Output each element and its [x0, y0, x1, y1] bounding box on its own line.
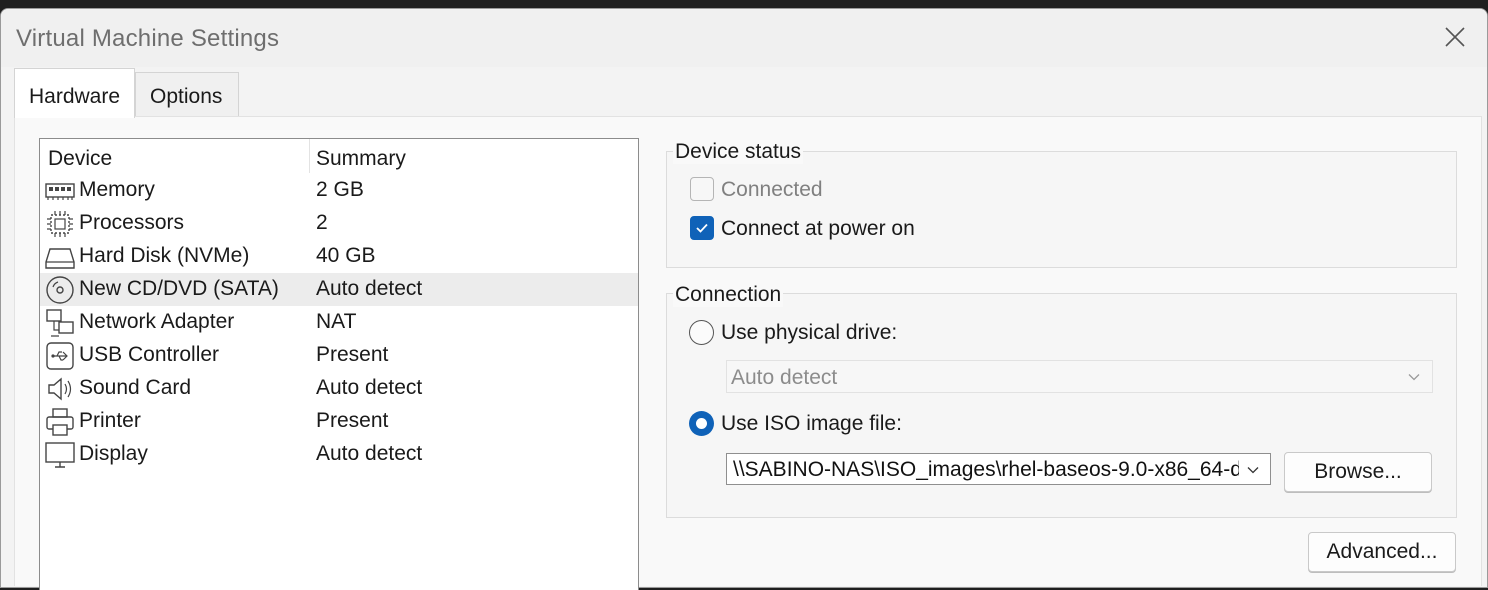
processor-icon: [47, 211, 73, 237]
device-row-cd-dvd[interactable]: New CD/DVD (SATA) Auto detect: [40, 273, 638, 306]
device-name: Display: [79, 442, 148, 465]
close-button[interactable]: [1429, 15, 1481, 59]
device-summary: NAT: [316, 310, 357, 333]
device-name: New CD/DVD (SATA): [79, 277, 279, 300]
advanced-button[interactable]: Advanced...: [1308, 532, 1456, 572]
device-row-printer[interactable]: Printer Present: [40, 405, 638, 438]
usb-icon: [46, 342, 74, 370]
title-bar: Virtual Machine Settings: [1, 9, 1487, 67]
display-icon: [45, 442, 75, 468]
device-row-memory[interactable]: Memory 2 GB: [40, 174, 638, 207]
use-iso-image-radio[interactable]: [689, 411, 714, 436]
tab-hardware[interactable]: Hardware: [14, 68, 135, 118]
chevron-down-icon[interactable]: [1245, 462, 1261, 478]
hard-disk-icon: [45, 248, 75, 269]
device-summary: Auto detect: [316, 376, 423, 399]
device-name: Processors: [79, 211, 185, 234]
network-adapter-icon: [46, 309, 74, 337]
sound-card-icon: [48, 377, 72, 401]
physical-drive-value: Auto detect: [731, 366, 838, 389]
connected-checkbox[interactable]: [690, 177, 714, 201]
device-summary: 2: [316, 211, 328, 234]
device-row-display[interactable]: Display Auto detect: [40, 438, 638, 471]
iso-path-combobox[interactable]: \\SABINO-NAS\ISO_images\rhel-baseos-9.0-…: [726, 453, 1271, 485]
column-header-summary[interactable]: Summary: [316, 147, 406, 171]
device-summary: Present: [316, 343, 389, 366]
use-iso-image-label: Use ISO image file:: [721, 412, 902, 435]
list-header: Device Summary: [40, 139, 638, 175]
memory-icon: [45, 183, 75, 200]
device-status-label: Device status: [673, 140, 804, 164]
connected-label: Connected: [721, 178, 823, 201]
column-divider[interactable]: [309, 139, 310, 173]
device-name: Printer: [79, 409, 141, 432]
device-name: Memory: [79, 178, 155, 201]
column-header-device[interactable]: Device: [48, 147, 112, 171]
device-row-hard-disk[interactable]: Hard Disk (NVMe) 40 GB: [40, 240, 638, 273]
close-icon: [1445, 27, 1465, 47]
device-name: USB Controller: [79, 343, 220, 366]
device-name: Network Adapter: [79, 310, 235, 333]
device-name: Hard Disk (NVMe): [79, 244, 250, 267]
checkmark-icon: [696, 223, 708, 233]
device-summary: Auto detect: [316, 277, 423, 300]
window-title: Virtual Machine Settings: [16, 25, 280, 52]
tab-options[interactable]: Options: [135, 72, 239, 116]
device-status-group: [666, 151, 1457, 268]
device-summary: 2 GB: [316, 178, 364, 201]
device-summary: Auto detect: [316, 442, 423, 465]
device-name: Sound Card: [79, 376, 192, 399]
browse-button[interactable]: Browse...: [1284, 452, 1432, 492]
device-row-sound-card[interactable]: Sound Card Auto detect: [40, 372, 638, 405]
cd-dvd-icon: [46, 276, 74, 304]
connect-at-power-on-checkbox[interactable]: [690, 216, 714, 240]
chevron-down-icon: [1408, 374, 1420, 381]
connect-at-power-on-label: Connect at power on: [721, 217, 915, 240]
device-summary: 40 GB: [316, 244, 376, 267]
connection-label: Connection: [673, 283, 784, 307]
device-list[interactable]: Device Summary Memory 2 GB Processors 2 …: [39, 138, 639, 590]
device-row-processors[interactable]: Processors 2: [40, 207, 638, 240]
device-summary: Present: [316, 409, 389, 432]
physical-drive-select[interactable]: Auto detect: [726, 360, 1433, 393]
iso-path-value: \\SABINO-NAS\ISO_images\rhel-baseos-9.0-…: [733, 458, 1239, 481]
device-row-network-adapter[interactable]: Network Adapter NAT: [40, 306, 638, 339]
use-physical-drive-radio[interactable]: [689, 320, 714, 345]
use-physical-drive-label: Use physical drive:: [721, 321, 898, 344]
device-row-usb-controller[interactable]: USB Controller Present: [40, 339, 638, 372]
printer-icon: [46, 408, 74, 436]
